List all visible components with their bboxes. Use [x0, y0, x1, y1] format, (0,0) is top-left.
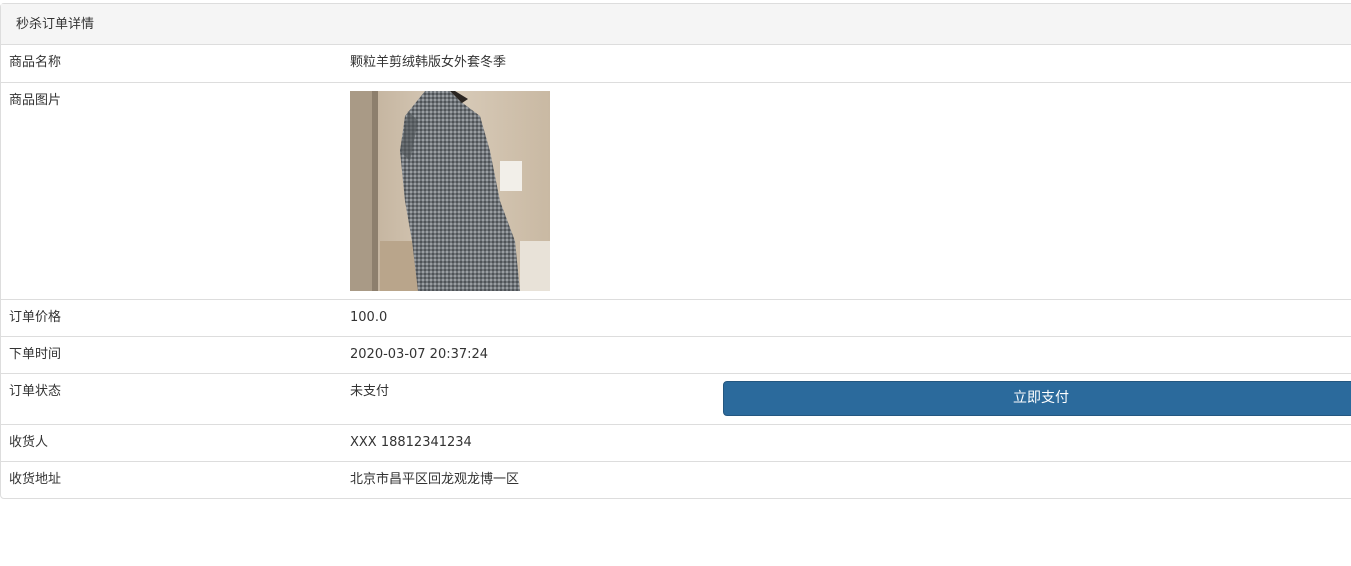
order-time-label: 下单时间	[9, 347, 62, 362]
order-time-value: 2020-03-07 20:37:24	[350, 347, 489, 362]
address-value: 北京市昌平区回龙观龙博一区	[350, 472, 520, 487]
row-order-status: 订单状态 未支付 立即支付	[1, 373, 1351, 424]
product-name-value: 颗粒羊剪绒韩版女外套冬季	[350, 55, 507, 70]
product-image-label: 商品图片	[9, 93, 62, 108]
pay-now-button[interactable]: 立即支付	[723, 381, 1351, 416]
row-product-name: 商品名称 颗粒羊剪绒韩版女外套冬季	[1, 45, 1351, 82]
order-price-label: 订单价格	[9, 310, 62, 325]
receiver-value: XXX 18812341234	[350, 435, 472, 450]
row-address: 收货地址 北京市昌平区回龙观龙博一区	[1, 461, 1351, 498]
receiver-label: 收货人	[9, 435, 49, 450]
row-order-price: 订单价格 100.0	[1, 299, 1351, 336]
order-status-value: 未支付	[350, 384, 390, 399]
product-photo	[350, 91, 550, 291]
row-receiver: 收货人 XXX 18812341234	[1, 424, 1351, 461]
address-label: 收货地址	[9, 472, 62, 487]
product-name-label: 商品名称	[9, 55, 62, 70]
order-price-value: 100.0	[350, 310, 388, 325]
product-photo-illustration	[350, 91, 550, 291]
panel-title: 秒杀订单详情	[1, 4, 1351, 45]
order-detail-panel: 秒杀订单详情 商品名称 颗粒羊剪绒韩版女外套冬季 商品图片 订单价格 100.0…	[0, 3, 1351, 499]
order-status-label: 订单状态	[9, 384, 62, 399]
row-product-image: 商品图片	[1, 82, 1351, 299]
row-order-time: 下单时间 2020-03-07 20:37:24	[1, 336, 1351, 373]
